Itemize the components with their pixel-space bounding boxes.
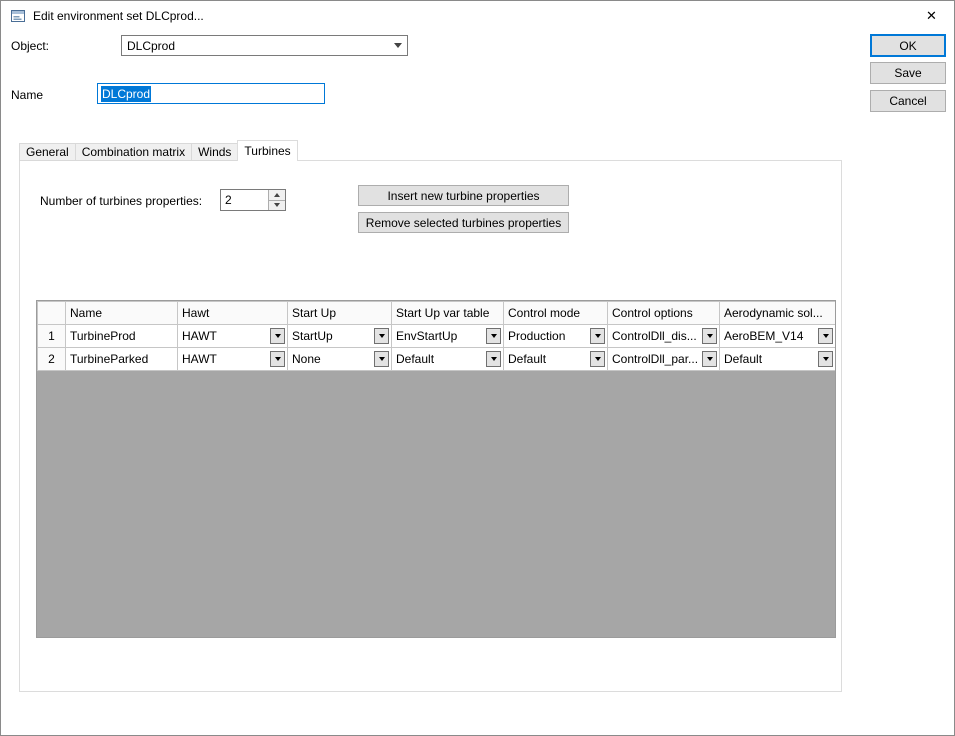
column-header-aerodynamic-solver[interactable]: Aerodynamic sol... xyxy=(720,302,836,325)
edit-environment-dialog: Edit environment set DLCprod... ✕ Object… xyxy=(0,0,955,736)
row-header[interactable]: 1 xyxy=(38,325,66,348)
table-row: 1 TurbineProd HAWT StartUp EnvStartUp xyxy=(38,325,836,348)
dropdown-button[interactable] xyxy=(590,351,605,367)
chevron-down-icon xyxy=(275,357,281,361)
column-header-name[interactable]: Name xyxy=(66,302,178,325)
column-header-control-mode[interactable]: Control mode xyxy=(504,302,608,325)
object-label: Object: xyxy=(11,39,49,53)
table-row: 2 TurbineParked HAWT None Default xyxy=(38,348,836,371)
chevron-down-icon xyxy=(275,334,281,338)
ok-button[interactable]: OK xyxy=(870,34,946,57)
cell-control-options-combobox[interactable]: ControlDll_par... xyxy=(608,348,719,370)
row-header[interactable]: 2 xyxy=(38,348,66,371)
chevron-down-icon xyxy=(491,334,497,338)
spinner-buttons xyxy=(268,190,285,210)
grid-header-row: Name Hawt Start Up Start Up var table Co… xyxy=(38,302,836,325)
grid-corner-cell[interactable] xyxy=(38,302,66,325)
object-combobox-value: DLCprod xyxy=(127,39,389,53)
cell-name[interactable]: TurbineParked xyxy=(66,348,178,371)
name-input[interactable]: DLCprod xyxy=(97,83,325,104)
tab-combination-matrix[interactable]: Combination matrix xyxy=(75,143,191,161)
chevron-down-icon xyxy=(707,334,713,338)
cell-control-mode-combobox[interactable]: Default xyxy=(504,348,607,370)
tab-strip: General Combination matrix Winds Turbine… xyxy=(19,140,298,161)
chevron-down-icon xyxy=(379,334,385,338)
cell-start-up-var-table-combobox[interactable]: Default xyxy=(392,348,503,370)
title-bar: Edit environment set DLCprod... ✕ xyxy=(1,1,954,31)
cell-start-up-var-table-combobox[interactable]: EnvStartUp xyxy=(392,325,503,347)
cell-start-up-combobox[interactable]: StartUp xyxy=(288,325,391,347)
turbine-count-value: 2 xyxy=(221,190,268,210)
dropdown-button[interactable] xyxy=(486,328,501,344)
dropdown-button[interactable] xyxy=(818,328,833,344)
spin-up-button[interactable] xyxy=(269,190,285,201)
turbine-count-spinner[interactable]: 2 xyxy=(220,189,286,211)
window-title: Edit environment set DLCprod... xyxy=(33,9,204,23)
chevron-down-icon xyxy=(595,357,601,361)
cell-hawt-combobox[interactable]: HAWT xyxy=(178,325,287,347)
column-header-start-up[interactable]: Start Up xyxy=(288,302,392,325)
dropdown-button[interactable] xyxy=(702,328,717,344)
turbine-count-label: Number of turbines properties: xyxy=(40,194,202,208)
save-button[interactable]: Save xyxy=(870,62,946,84)
cell-aerodynamic-solver-combobox[interactable]: Default xyxy=(720,348,835,370)
tab-turbines[interactable]: Turbines xyxy=(237,140,297,161)
chevron-down-icon xyxy=(389,43,407,48)
name-label: Name xyxy=(11,88,43,102)
dropdown-button[interactable] xyxy=(702,351,717,367)
column-header-hawt[interactable]: Hawt xyxy=(178,302,288,325)
close-button[interactable]: ✕ xyxy=(909,1,954,31)
cell-hawt-combobox[interactable]: HAWT xyxy=(178,348,287,370)
dropdown-button[interactable] xyxy=(374,328,389,344)
dropdown-button[interactable] xyxy=(270,328,285,344)
chevron-down-icon xyxy=(491,357,497,361)
cancel-button[interactable]: Cancel xyxy=(870,90,946,112)
turbines-tab-panel: Number of turbines properties: 2 Insert … xyxy=(19,160,842,692)
chevron-down-icon xyxy=(707,357,713,361)
chevron-down-icon xyxy=(595,334,601,338)
dropdown-button[interactable] xyxy=(270,351,285,367)
dropdown-button[interactable] xyxy=(818,351,833,367)
tab-general[interactable]: General xyxy=(19,143,75,161)
remove-turbine-button[interactable]: Remove selected turbines properties xyxy=(358,212,569,233)
insert-turbine-button[interactable]: Insert new turbine properties xyxy=(358,185,569,206)
cell-control-mode-combobox[interactable]: Production xyxy=(504,325,607,347)
dropdown-button[interactable] xyxy=(486,351,501,367)
object-combobox[interactable]: DLCprod xyxy=(121,35,408,56)
spin-down-button[interactable] xyxy=(269,201,285,211)
dropdown-button[interactable] xyxy=(374,351,389,367)
cell-name[interactable]: TurbineProd xyxy=(66,325,178,348)
cell-aerodynamic-solver-combobox[interactable]: AeroBEM_V14 xyxy=(720,325,835,347)
cell-start-up-combobox[interactable]: None xyxy=(288,348,391,370)
window-icon xyxy=(10,8,26,24)
chevron-down-icon xyxy=(823,357,829,361)
name-input-value: DLCprod xyxy=(101,86,151,102)
turbines-table: Name Hawt Start Up Start Up var table Co… xyxy=(37,301,836,371)
chevron-down-icon xyxy=(823,334,829,338)
chevron-down-icon xyxy=(379,357,385,361)
cell-control-options-combobox[interactable]: ControlDll_dis... xyxy=(608,325,719,347)
tab-winds[interactable]: Winds xyxy=(191,143,237,161)
column-header-control-options[interactable]: Control options xyxy=(608,302,720,325)
dropdown-button[interactable] xyxy=(590,328,605,344)
turbines-grid: Name Hawt Start Up Start Up var table Co… xyxy=(36,300,836,638)
column-header-start-up-var-table[interactable]: Start Up var table xyxy=(392,302,504,325)
